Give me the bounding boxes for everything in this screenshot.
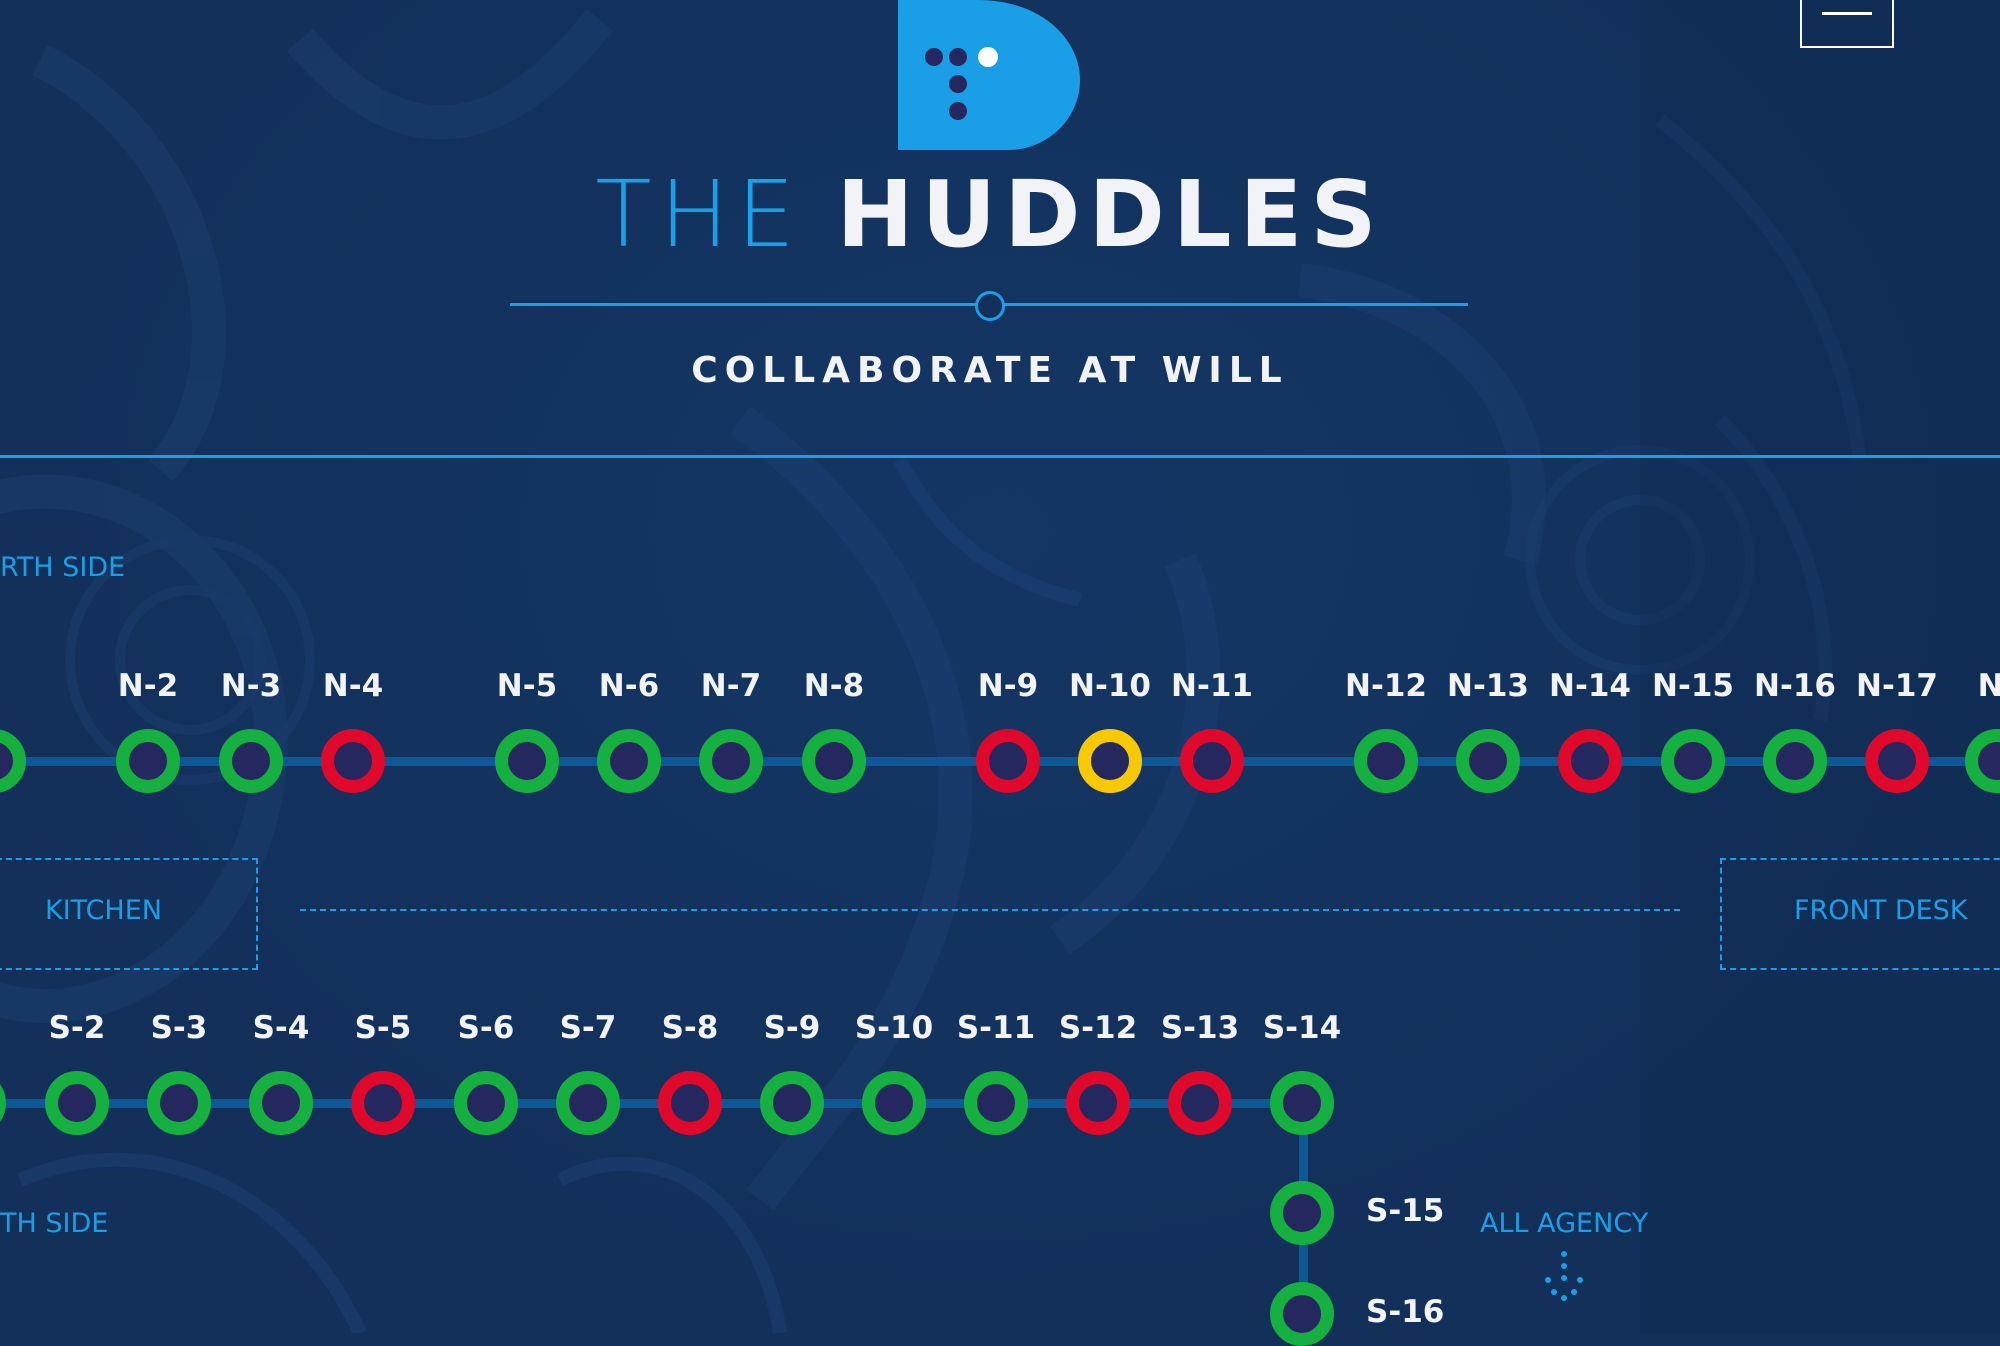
huddle-s-9[interactable] — [760, 1071, 824, 1135]
huddle-s-11[interactable] — [964, 1071, 1028, 1135]
north-side-label: RTH SIDE — [0, 552, 126, 583]
huddle-n-13[interactable] — [1456, 729, 1520, 793]
huddle-n-5[interactable] — [495, 729, 559, 793]
huddle-partial[interactable] — [0, 729, 26, 793]
huddle-s-5[interactable] — [351, 1071, 415, 1135]
huddle-label: N-2 — [117, 668, 179, 704]
huddle-s-7[interactable] — [556, 1071, 620, 1135]
huddle-label: S-15 — [1366, 1193, 1445, 1229]
huddle-s-10[interactable] — [862, 1071, 926, 1135]
huddle-n-3[interactable] — [219, 729, 283, 793]
front-desk-label: FRONT DESK — [1794, 895, 1968, 926]
huddle-s-14[interactable] — [1270, 1071, 1334, 1135]
huddle-s-16[interactable] — [1270, 1282, 1334, 1346]
huddle-n-[interactable] — [1965, 729, 2000, 793]
huddle-n-2[interactable] — [116, 729, 180, 793]
all-agency-icon — [1545, 1251, 1583, 1301]
huddle-label: S-14 — [1262, 1010, 1342, 1046]
huddle-n-9[interactable] — [976, 729, 1040, 793]
huddle-n-11[interactable] — [1180, 729, 1244, 793]
huddle-s-8[interactable] — [658, 1071, 722, 1135]
huddle-label: N-14 — [1549, 668, 1631, 704]
kitchen-label: KITCHEN — [45, 895, 162, 926]
huddle-map: RTH SIDE N-2 N-3 N-4 N-5 N-6 N-7 N-8 N-9 N-10 N-1… — [0, 0, 2000, 1346]
huddle-s-2[interactable] — [45, 1071, 109, 1135]
huddle-label: N-7 — [700, 668, 762, 704]
huddle-label: S-16 — [1366, 1294, 1445, 1330]
huddle-n-8[interactable] — [802, 729, 866, 793]
huddle-s-15[interactable] — [1270, 1181, 1334, 1245]
huddle-n-15[interactable] — [1661, 729, 1725, 793]
huddle-label: N-8 — [803, 668, 865, 704]
huddle-n-12[interactable] — [1354, 729, 1418, 793]
huddle-label: N- — [1977, 668, 2000, 704]
hallway-dashed-line — [300, 909, 1680, 911]
huddle-s-12[interactable] — [1066, 1071, 1130, 1135]
huddle-label: N-4 — [322, 668, 384, 704]
huddle-n-6[interactable] — [597, 729, 661, 793]
huddle-s-13[interactable] — [1168, 1071, 1232, 1135]
huddle-s-3[interactable] — [147, 1071, 211, 1135]
huddle-n-16[interactable] — [1763, 729, 1827, 793]
all-agency-label: ALL AGENCY — [1480, 1208, 1649, 1239]
huddle-s-6[interactable] — [454, 1071, 518, 1135]
huddle-partial[interactable] — [0, 1071, 6, 1135]
huddle-s-4[interactable] — [249, 1071, 313, 1135]
huddle-n-17[interactable] — [1865, 729, 1929, 793]
huddle-label: N-11 — [1171, 668, 1253, 704]
huddle-n-10[interactable] — [1078, 729, 1142, 793]
huddle-n-7[interactable] — [699, 729, 763, 793]
huddle-n-14[interactable] — [1558, 729, 1622, 793]
south-side-label: TH SIDE — [0, 1208, 109, 1239]
huddle-label: S-5 — [354, 1010, 412, 1046]
huddle-n-4[interactable] — [321, 729, 385, 793]
